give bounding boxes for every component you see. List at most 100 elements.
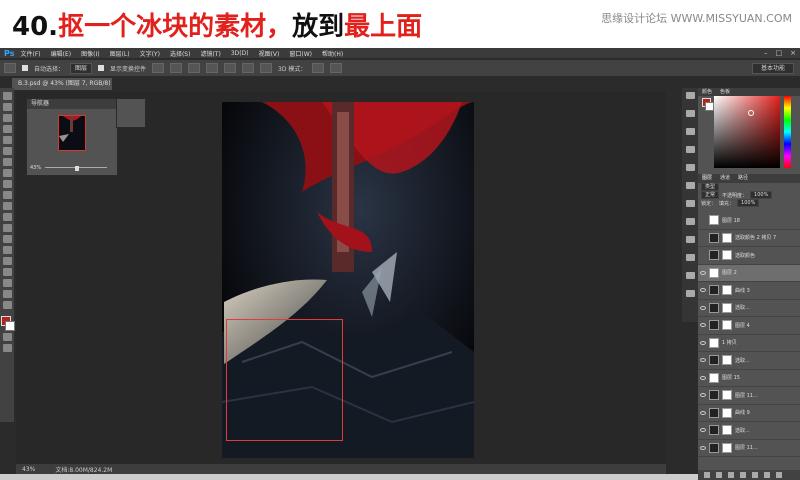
visibility-eye-icon[interactable]	[700, 323, 706, 328]
styles-icon[interactable]	[685, 254, 695, 261]
visibility-eye-icon[interactable]	[700, 288, 706, 293]
layer-row[interactable]: 1 拷贝	[698, 335, 800, 352]
close-icon[interactable]: ×	[790, 49, 796, 57]
blend-mode-dropdown[interactable]: 正常	[701, 191, 720, 199]
tab-layers[interactable]: 图层	[702, 174, 712, 183]
color-marker[interactable]	[748, 110, 754, 116]
tool-presets-icon[interactable]	[685, 272, 695, 279]
layer-mask-thumbnail[interactable]	[722, 425, 732, 436]
visibility-eye-icon[interactable]	[700, 253, 706, 257]
collapsed-panel[interactable]	[116, 98, 146, 128]
blur-tool-icon[interactable]	[2, 224, 12, 232]
notes-icon[interactable]	[685, 290, 695, 297]
layer-thumbnail[interactable]	[709, 215, 719, 226]
distribute-icon[interactable]	[260, 63, 273, 73]
layer-thumbnail[interactable]	[709, 250, 719, 261]
layer-row[interactable]: 图层 11...	[698, 440, 800, 457]
info-icon[interactable]	[685, 92, 695, 99]
dodge-tool-icon[interactable]	[2, 235, 12, 243]
lasso-tool-icon[interactable]	[2, 114, 12, 122]
path-select-tool-icon[interactable]	[2, 268, 12, 276]
menu-filter[interactable]: 滤镜(T)	[200, 49, 220, 58]
healing-tool-icon[interactable]	[2, 158, 12, 166]
tab-channels[interactable]: 通道	[720, 174, 730, 183]
layer-thumbnail[interactable]	[709, 442, 719, 453]
hue-slider[interactable]	[784, 96, 791, 168]
layer-thumbnail[interactable]	[709, 285, 719, 296]
color-field[interactable]	[714, 96, 780, 168]
layer-mask-thumbnail[interactable]	[722, 355, 732, 366]
pen-tool-icon[interactable]	[2, 246, 12, 254]
menu-layer[interactable]: 图层(L)	[110, 49, 130, 58]
layer-thumbnail[interactable]	[709, 390, 719, 401]
layer-row[interactable]: 选取...	[698, 422, 800, 440]
navigator-thumbnail[interactable]	[58, 115, 86, 151]
3d-orbit-icon[interactable]	[312, 63, 325, 73]
align-center-icon[interactable]	[224, 63, 237, 73]
visibility-eye-icon[interactable]	[700, 410, 706, 415]
status-zoom[interactable]: 43%	[22, 466, 35, 473]
layer-row[interactable]: 选取...	[698, 352, 800, 370]
visibility-eye-icon[interactable]	[700, 428, 706, 433]
hand-tool-icon[interactable]	[2, 290, 12, 298]
3d-pan-icon[interactable]	[330, 63, 343, 73]
layer-thumbnail[interactable]	[709, 407, 719, 418]
layer-mask-thumbnail[interactable]	[722, 320, 732, 331]
layer-row[interactable]: 图层 15	[698, 370, 800, 387]
adjustments-icon[interactable]	[685, 164, 695, 171]
eraser-tool-icon[interactable]	[2, 202, 12, 210]
layer-thumbnail[interactable]	[709, 232, 719, 243]
crop-tool-icon[interactable]	[2, 136, 12, 144]
move-tool-icon[interactable]	[2, 92, 12, 100]
quick-select-tool-icon[interactable]	[2, 125, 12, 133]
layer-row[interactable]: 选取颜色 2 拷贝 7	[698, 230, 800, 247]
layer-row[interactable]: 图层 18	[698, 212, 800, 230]
eyedropper-tool-icon[interactable]	[2, 147, 12, 155]
visibility-eye-icon[interactable]	[700, 305, 706, 310]
navigator-title[interactable]: 导航器	[27, 99, 117, 109]
gradient-tool-icon[interactable]	[2, 213, 12, 221]
align-left-icon[interactable]	[206, 63, 219, 73]
background-color[interactable]	[5, 321, 15, 331]
shape-tool-icon[interactable]	[2, 279, 12, 287]
layer-mask-thumbnail[interactable]	[722, 232, 732, 243]
minimize-icon[interactable]: –	[764, 49, 768, 57]
menu-window[interactable]: 窗口(W)	[289, 49, 312, 58]
marquee-tool-icon[interactable]	[2, 103, 12, 111]
layer-mask-thumbnail[interactable]	[722, 442, 732, 453]
visibility-eye-icon[interactable]	[700, 393, 706, 398]
brush-tool-icon[interactable]	[2, 169, 12, 177]
visibility-eye-icon[interactable]	[700, 218, 706, 222]
visibility-eye-icon[interactable]	[700, 358, 706, 363]
adjustment-layer-icon[interactable]	[740, 472, 746, 478]
actions-icon[interactable]	[685, 236, 695, 243]
layer-row[interactable]: 图层 2	[698, 264, 800, 282]
navigator-zoom[interactable]: 43%	[30, 165, 41, 171]
menu-select[interactable]: 选择(S)	[170, 49, 191, 58]
history-icon[interactable]	[685, 146, 695, 153]
align-bottom-icon[interactable]	[188, 63, 201, 73]
clone-source-icon[interactable]	[685, 218, 695, 225]
navigator-zoom-knob[interactable]	[75, 166, 79, 171]
link-layers-icon[interactable]	[704, 472, 710, 478]
move-tool-icon[interactable]	[4, 63, 16, 73]
menu-type[interactable]: 文字(Y)	[140, 49, 160, 58]
layer-mask-thumbnail[interactable]	[722, 250, 732, 261]
menu-view[interactable]: 视图(V)	[259, 49, 280, 58]
delete-layer-icon[interactable]	[776, 472, 782, 478]
align-right-icon[interactable]	[242, 63, 255, 73]
layer-mask-thumbnail[interactable]	[722, 302, 732, 313]
visibility-eye-icon[interactable]	[700, 375, 706, 380]
align-top-icon[interactable]	[152, 63, 165, 73]
add-mask-icon[interactable]	[728, 472, 734, 478]
layer-thumbnail[interactable]	[709, 372, 719, 383]
color-panel-background[interactable]	[705, 102, 714, 111]
layer-mask-thumbnail[interactable]	[722, 285, 732, 296]
layer-thumbnail[interactable]	[709, 320, 719, 331]
show-transform-checkbox[interactable]	[98, 65, 105, 71]
layer-row[interactable]: 曲线 3	[698, 282, 800, 300]
layer-row[interactable]: 选取颜色	[698, 247, 800, 265]
type-tool-icon[interactable]	[2, 257, 12, 265]
tab-swatches[interactable]: 色板	[720, 88, 730, 96]
layer-thumbnail[interactable]	[709, 425, 719, 436]
